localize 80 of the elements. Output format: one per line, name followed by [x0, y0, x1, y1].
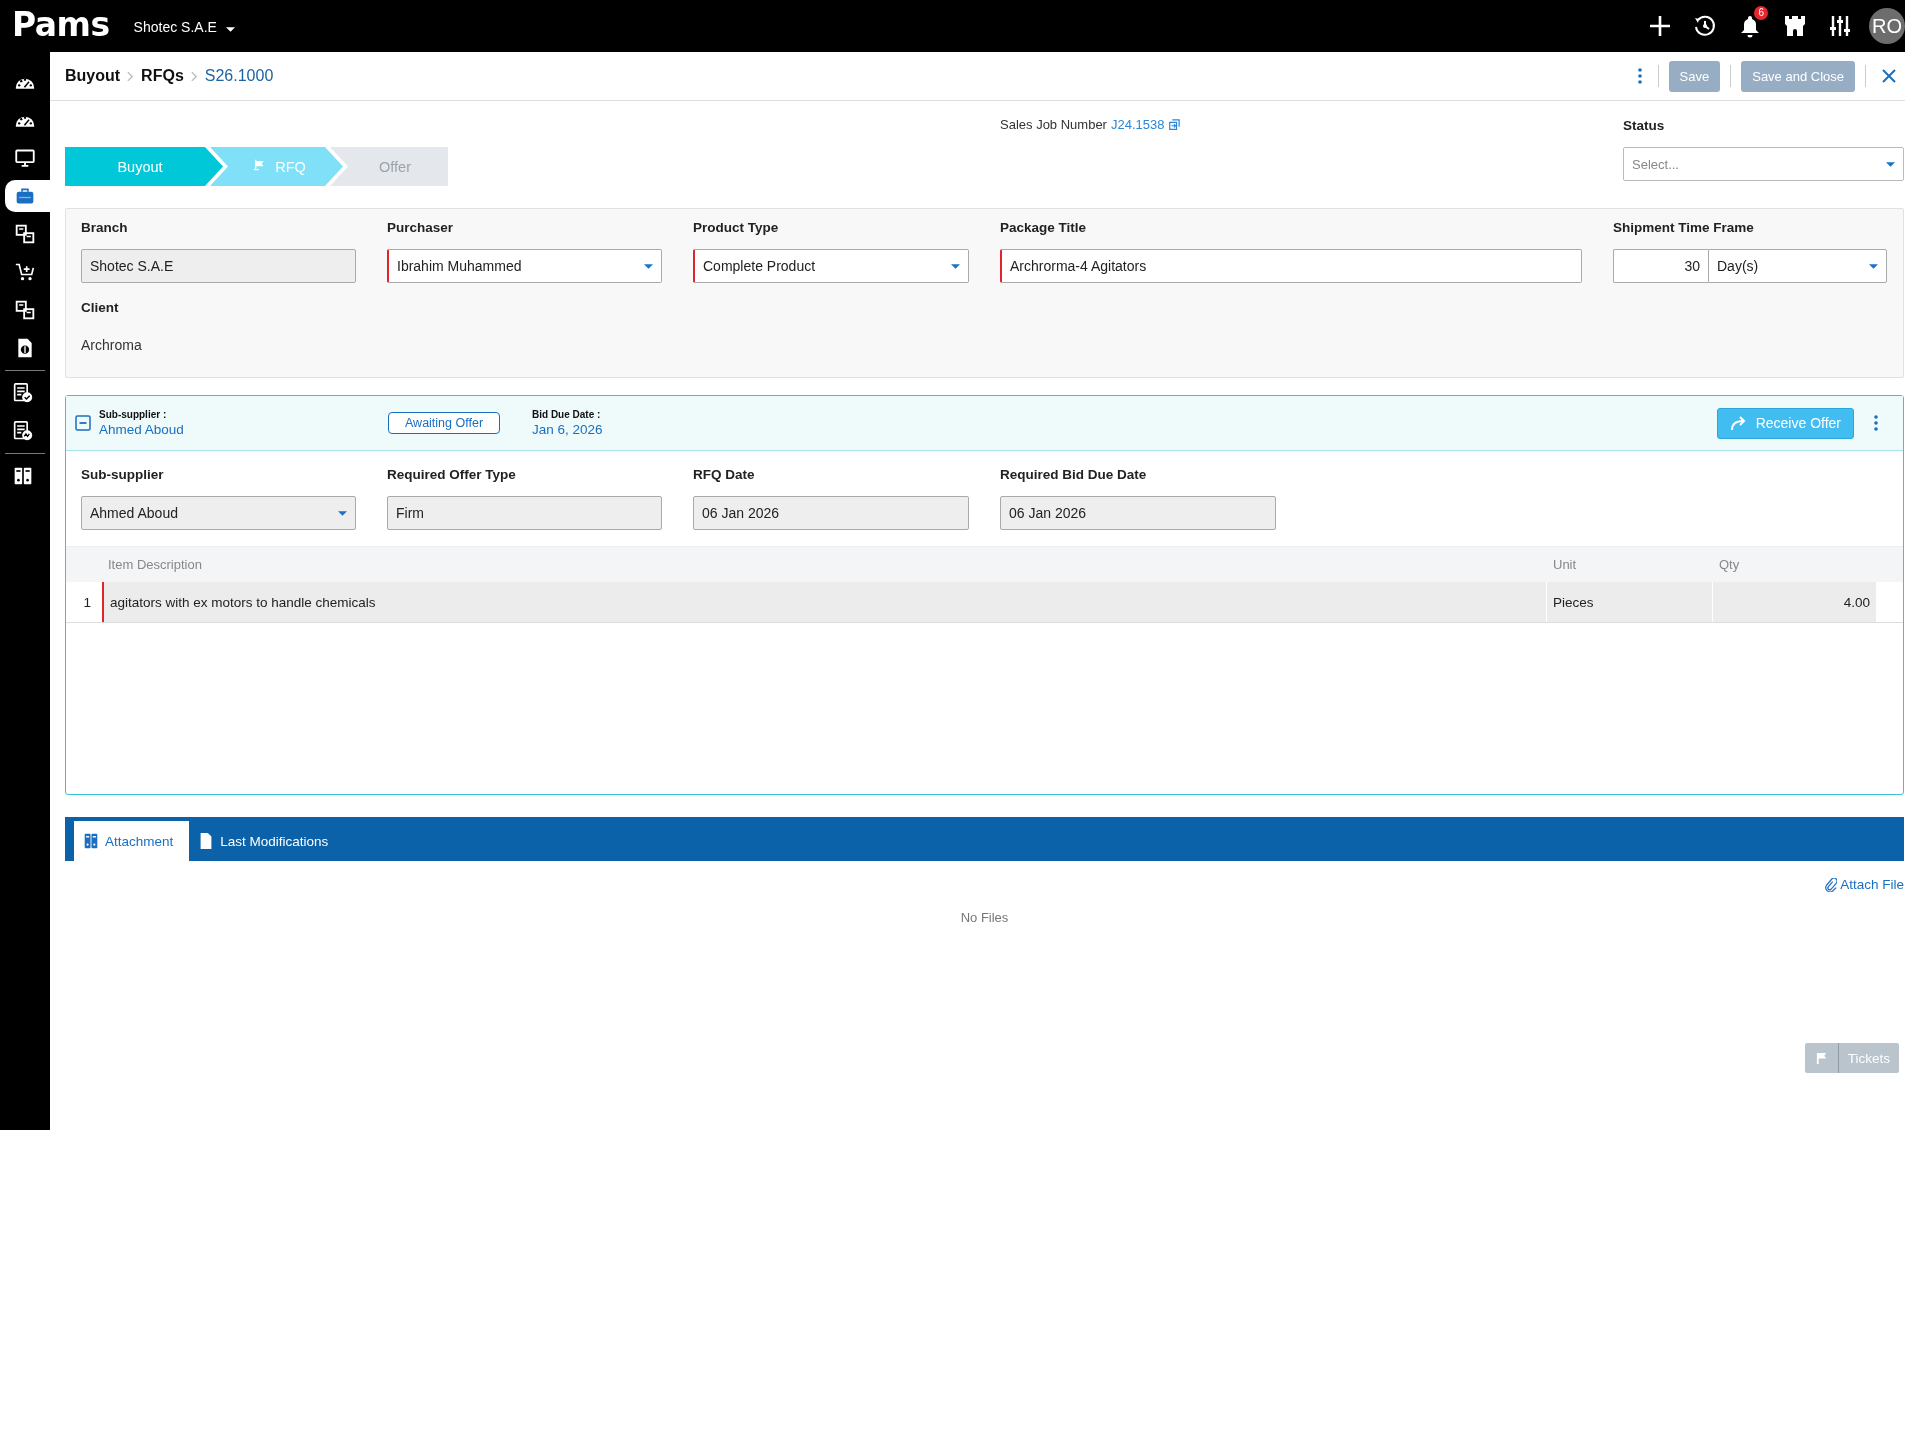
- column-header: Item Description: [107, 556, 203, 574]
- table-cell: Pieces: [1547, 582, 1713, 622]
- caret-icon: [644, 263, 653, 269]
- history-icon: [1693, 14, 1717, 38]
- table-cell: agitators with ex motors to handle chemicals: [102, 582, 1547, 622]
- field-label: Purchaser: [387, 219, 454, 237]
- field-label: Status: [1623, 117, 1665, 135]
- cart-icon: [15, 262, 35, 282]
- monitor-icon: [15, 148, 35, 168]
- sliders-icon: [1828, 14, 1852, 38]
- field-label: Package Title: [1000, 219, 1087, 237]
- stepper-step: Offer: [330, 147, 448, 186]
- field-label: Required Offer Type: [387, 466, 516, 484]
- sales-job-label: Sales Job Number: [1000, 117, 1107, 132]
- windows-icon: [15, 300, 35, 320]
- more-icon: [1874, 415, 1878, 431]
- caret-icon: [1886, 161, 1895, 167]
- field-label: Branch: [81, 219, 128, 237]
- number-field[interactable]: 30: [1613, 249, 1708, 283]
- field-label: Required Bid Due Date: [1000, 466, 1147, 484]
- bid-due-date: Jan 6, 2026: [532, 422, 603, 437]
- select-field[interactable]: Complete Product: [693, 249, 969, 283]
- more-icon: [1637, 68, 1642, 84]
- columns-icon: [12, 466, 33, 486]
- share-arrow-icon: [1729, 415, 1748, 431]
- logo[interactable]: Pams: [12, 7, 110, 41]
- attach-file-link[interactable]: Attach File: [1825, 877, 1904, 892]
- history-button[interactable]: [1693, 14, 1717, 38]
- status-badge: Awaiting Offer: [388, 412, 501, 434]
- notification-badge: 6: [1754, 6, 1768, 20]
- field-label: RFQ Date: [693, 466, 755, 484]
- close-icon: [1882, 69, 1896, 83]
- bid-due-caption: Bid Due Date :: [532, 409, 601, 420]
- client-value: Archroma: [81, 337, 142, 353]
- input-field[interactable]: Archrorma-4 Agitators: [1000, 249, 1582, 283]
- sidebar-item[interactable]: [5, 180, 50, 212]
- company-switcher[interactable]: Shotec S.A.E: [133, 19, 235, 35]
- empty-message: No Files: [960, 910, 1009, 925]
- document-icon: [15, 338, 35, 358]
- breadcrumb-link[interactable]: S26.1000: [204, 67, 274, 85]
- unit-select[interactable]: Day(s): [1708, 249, 1887, 283]
- collapse-icon: [75, 415, 91, 431]
- user-avatar[interactable]: RO: [1869, 8, 1905, 44]
- select-field[interactable]: Ibrahim Muhammed: [387, 249, 662, 283]
- tab[interactable]: Last Modifications: [189, 821, 345, 861]
- caret-icon: [1869, 263, 1878, 269]
- supplier-name: Ahmed Aboud: [99, 422, 184, 437]
- column-header: Qty: [1718, 556, 1741, 574]
- field-label: Client: [81, 299, 119, 317]
- stepper-step: RFQ: [210, 147, 343, 186]
- castle-button[interactable]: [1783, 14, 1807, 38]
- sales-job-link[interactable]: J24.1538: [1110, 117, 1165, 132]
- tab[interactable]: Attachment: [74, 821, 190, 861]
- checklist-icon: [12, 383, 33, 403]
- castle-icon: [1783, 14, 1807, 38]
- paperclip-icon: [1825, 877, 1838, 892]
- field-label: Product Type: [693, 219, 779, 237]
- stepper-step: Buyout: [65, 147, 223, 186]
- chevron-icon: [190, 70, 198, 82]
- flag-icon: [1814, 1051, 1828, 1065]
- columns-icon: [83, 832, 99, 850]
- supplier-caption: Sub-supplier :: [99, 409, 167, 420]
- add-button[interactable]: [1648, 14, 1672, 38]
- chevron-icon: [127, 70, 135, 82]
- list-gauge-icon: [12, 421, 33, 441]
- caret-icon: [338, 510, 347, 516]
- field-label: Shipment Time Frame: [1613, 219, 1754, 237]
- external-link-icon: [1168, 118, 1181, 131]
- caret-icon: [225, 27, 235, 32]
- breadcrumb-link[interactable]: RFQs: [141, 67, 184, 85]
- column-header: Unit: [1552, 556, 1578, 574]
- breadcrumb-link[interactable]: Buyout: [65, 67, 121, 85]
- windows-icon: [15, 224, 35, 244]
- status-select[interactable]: Select...: [1623, 147, 1904, 181]
- settings-button[interactable]: [1828, 14, 1852, 38]
- field-label: Sub-supplier: [81, 466, 164, 484]
- briefcase-icon: [15, 186, 35, 206]
- plus-icon: [1648, 14, 1672, 38]
- caret-icon: [951, 263, 960, 269]
- table-cell: 4.00: [1713, 582, 1877, 622]
